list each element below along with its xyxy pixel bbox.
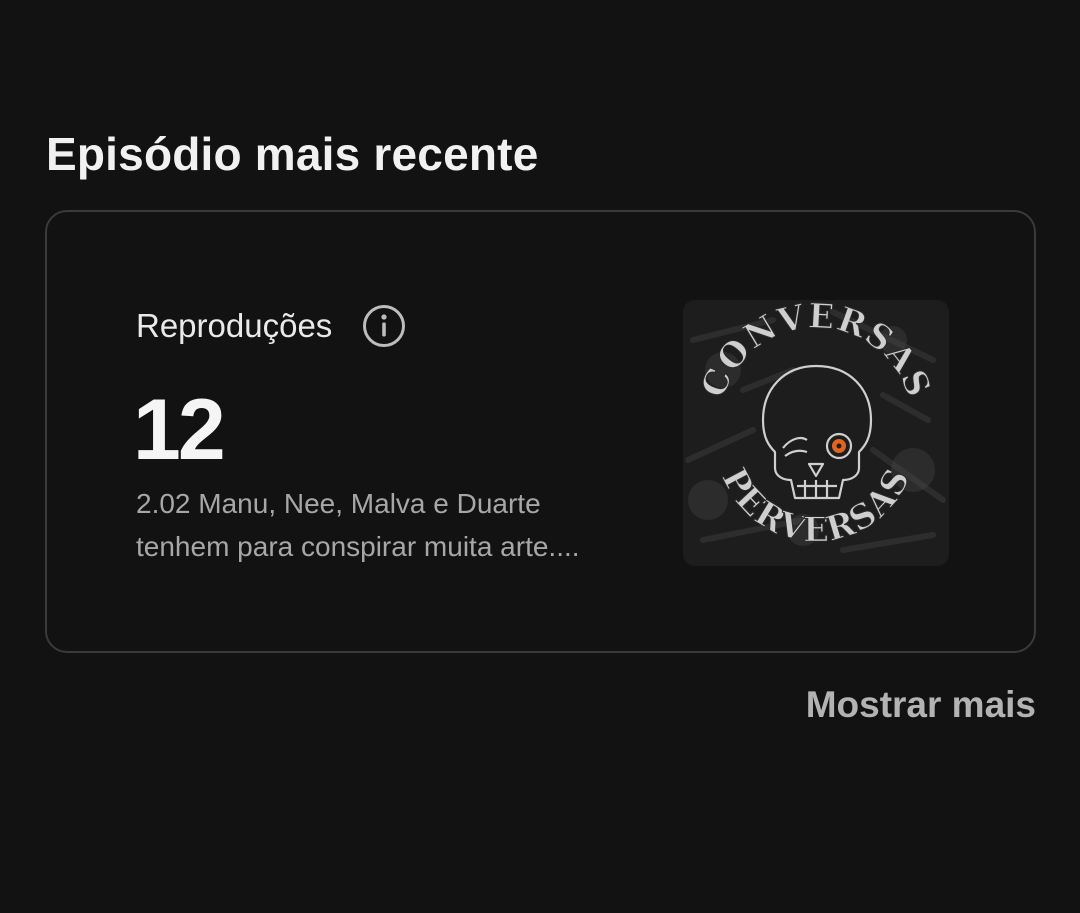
episode-description: 2.02 Manu, Nee, Malva e Duarte tenhem pa… [136,482,636,568]
section-title: Episódio mais recente [46,128,539,180]
plays-label: Reproduções [136,307,333,344]
plays-count: 12 [133,382,226,478]
latest-episode-card[interactable]: Reproduções 12 2.02 Manu, Nee, Malva e D… [45,210,1036,653]
info-icon[interactable] [362,304,406,348]
show-more-link[interactable]: Mostrar mais [806,682,1036,728]
podcast-cover-art[interactable]: CONVERSAS PERVERSAS [683,300,949,566]
stat-label-row: Reproduções [136,304,406,348]
cover-artwork: CONVERSAS PERVERSAS [683,300,949,566]
episode-description-line-1: 2.02 Manu, Nee, Malva e Duarte [136,488,541,519]
page: Episódio mais recente Reproduções 12 2.0… [0,0,1080,913]
episode-description-line-2: tenhem para conspirar muita arte.... [136,531,580,562]
